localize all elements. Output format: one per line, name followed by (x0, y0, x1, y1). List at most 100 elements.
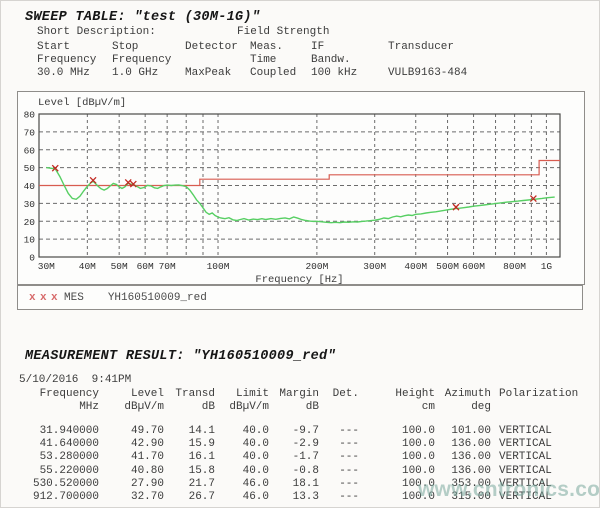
cell: 101.00 (435, 425, 491, 438)
y-tick-label: 70 (24, 127, 36, 138)
level-chart: Level [dBµV/m]0102030405060708030M40M50M… (17, 91, 585, 285)
y-tick-label: 60 (24, 145, 36, 156)
sweep-column: StartFrequency30.0 MHz (37, 41, 112, 80)
cell: VERTICAL (491, 438, 589, 451)
cell: --- (319, 465, 359, 478)
cell: 53.280000 (19, 451, 99, 464)
x-tick-label: 30M (38, 261, 55, 272)
table-row: 41.64000042.9015.940.0-2.9---100.0136.00… (19, 438, 589, 451)
measurement-datetime: 5/10/2016 9:41PM (19, 374, 131, 386)
cell: 55.220000 (19, 465, 99, 478)
cell: 46.0 (215, 491, 269, 504)
sweep-value: 1.0 GHz (112, 67, 185, 80)
cell: dBµV/m (99, 401, 164, 414)
cell: 136.00 (435, 465, 491, 478)
sweep-column: Detector MaxPeak (185, 41, 250, 80)
y-tick-label: 0 (29, 253, 35, 264)
emc-test-report: SWEEP TABLE: "test (30M-1G)" Short Descr… (0, 0, 600, 508)
sweep-label: Start (37, 41, 112, 54)
legend-marker-x-icon: x (29, 292, 40, 304)
x-tick-label: 50M (111, 261, 128, 272)
sweep-label: Bandw. (311, 54, 388, 67)
x-tick-label: 400M (404, 261, 427, 272)
cell: VERTICAL (491, 465, 589, 478)
cell: dB (164, 401, 215, 414)
sweep-label (185, 54, 250, 67)
legend-marker-x-icon: x (51, 292, 62, 304)
sweep-label: IF (311, 41, 388, 54)
cell: 15.9 (164, 438, 215, 451)
x-tick-label: 300M (363, 261, 386, 272)
cell: --- (319, 451, 359, 464)
table-header-row: FrequencyLevelTransdLimitMarginDet.Heigh… (19, 388, 589, 401)
cell: --- (319, 491, 359, 504)
legend-marker-x-icon: x (40, 292, 51, 304)
cell: --- (319, 438, 359, 451)
cell: 14.1 (164, 425, 215, 438)
sweep-value: MaxPeak (185, 67, 250, 80)
measurement-result-title: MEASUREMENT RESULT: "YH160510009_red" (25, 349, 336, 364)
table-row: 55.22000040.8015.840.0-0.8---100.0136.00… (19, 465, 589, 478)
cell: Frequency (19, 388, 99, 401)
cell: --- (319, 425, 359, 438)
measurement-trace (46, 168, 554, 223)
x-tick-label: 200M (305, 261, 328, 272)
x-tick-label: 40M (79, 261, 96, 272)
cell: VERTICAL (491, 425, 589, 438)
watermark: www.cntronics.com (418, 478, 600, 502)
legend-mes-label: MES (64, 292, 84, 304)
sweep-value: Coupled (250, 67, 311, 80)
y-tick-label: 80 (24, 110, 36, 121)
short-description-label: Short Description: (37, 26, 156, 38)
cell: 40.0 (215, 465, 269, 478)
sweep-value: 100 kHz (311, 67, 388, 80)
chart-xlabel: Frequency [Hz] (255, 274, 343, 284)
x-tick-label: 500M (436, 261, 459, 272)
cell: -0.8 (269, 465, 319, 478)
cell: VERTICAL (491, 451, 589, 464)
short-description-value: Field Strength (237, 26, 329, 38)
cell: 27.90 (99, 478, 164, 491)
cell: 42.90 (99, 438, 164, 451)
sweep-column: StopFrequency1.0 GHz (112, 41, 185, 80)
sweep-label: Stop (112, 41, 185, 54)
cell: --- (319, 478, 359, 491)
cell: 40.0 (215, 438, 269, 451)
cell: 100.0 (359, 438, 435, 451)
y-tick-label: 50 (24, 163, 36, 174)
cell (491, 401, 589, 414)
cell: -2.9 (269, 438, 319, 451)
cell: 100.0 (359, 451, 435, 464)
cell: Det. (319, 388, 359, 401)
table-row: 53.28000041.7016.140.0-1.7---100.0136.00… (19, 451, 589, 464)
cell: 49.70 (99, 425, 164, 438)
sweep-label: Detector (185, 41, 250, 54)
cell: dBµV/m (215, 401, 269, 414)
cell: 32.70 (99, 491, 164, 504)
cell: 100.0 (359, 465, 435, 478)
sweep-column: IFBandw.100 kHz (311, 41, 388, 80)
x-tick-label: 60M (137, 261, 154, 272)
cell: 13.3 (269, 491, 319, 504)
cell: 16.1 (164, 451, 215, 464)
cell: 41.640000 (19, 438, 99, 451)
x-tick-label: 70M (159, 261, 176, 272)
cell: Transd (164, 388, 215, 401)
sweep-label: Meas. (250, 41, 311, 54)
cell: 26.7 (164, 491, 215, 504)
cell: 21.7 (164, 478, 215, 491)
cell: Polarization (491, 388, 589, 401)
cell: 40.0 (215, 451, 269, 464)
cell: MHz (19, 401, 99, 414)
cell: Margin (269, 388, 319, 401)
sweep-table-title: SWEEP TABLE: "test (30M-1G)" (25, 10, 260, 25)
cell: 31.940000 (19, 425, 99, 438)
sweep-label: Frequency (112, 54, 185, 67)
sweep-label (388, 54, 518, 67)
cell: Height (359, 388, 435, 401)
x-tick-label: 100M (207, 261, 230, 272)
cell: -1.7 (269, 451, 319, 464)
limit-line (39, 161, 560, 186)
cell: cm (359, 401, 435, 414)
y-tick-label: 40 (24, 181, 36, 192)
